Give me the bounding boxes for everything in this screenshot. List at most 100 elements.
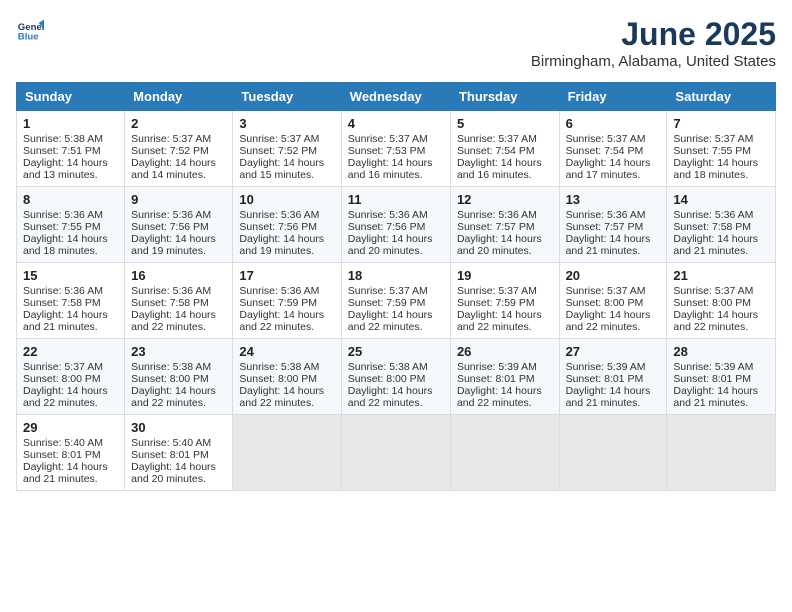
day-number: 18 bbox=[348, 268, 444, 283]
cell-line: Sunset: 8:00 PM bbox=[348, 373, 444, 385]
cell-line: Sunset: 7:58 PM bbox=[23, 297, 118, 309]
calendar-cell: 12 Sunrise: 5:36 AMSunset: 7:57 PMDayligh… bbox=[450, 187, 559, 263]
cell-line: Daylight: 14 hours bbox=[673, 233, 769, 245]
cell-line: Daylight: 14 hours bbox=[23, 233, 118, 245]
cell-line: and 22 minutes. bbox=[566, 321, 661, 333]
calendar-cell: 17Sunrise: 5:36 AMSunset: 7:59 PMDayligh… bbox=[233, 263, 341, 339]
day-number: 8 bbox=[23, 192, 118, 207]
day-number: 26 bbox=[457, 344, 553, 359]
cell-line: Sunrise: 5:37 AM bbox=[566, 285, 661, 297]
cell-line: and 20 minutes. bbox=[131, 473, 226, 485]
cell-line: and 20 minutes. bbox=[457, 245, 553, 257]
cell-line: Sunrise: 5:37 AM bbox=[131, 133, 226, 145]
cell-line: Daylight: 14 hours bbox=[23, 385, 118, 397]
cell-line: Sunrise: 5:38 AM bbox=[348, 361, 444, 373]
day-header-saturday: Saturday bbox=[667, 83, 776, 111]
day-number: 22 bbox=[23, 344, 118, 359]
calendar-cell: 8 Sunrise: 5:36 AMSunset: 7:55 PMDaylight… bbox=[17, 187, 125, 263]
calendar-cell bbox=[341, 415, 450, 491]
cell-line: and 15 minutes. bbox=[239, 169, 334, 181]
month-title: June 2025 bbox=[531, 16, 776, 53]
day-number: 3 bbox=[239, 116, 334, 131]
cell-line: Sunset: 7:59 PM bbox=[348, 297, 444, 309]
cell-line: Sunrise: 5:36 AM bbox=[131, 285, 226, 297]
cell-line: Sunset: 8:01 PM bbox=[131, 449, 226, 461]
cell-line: Sunset: 8:00 PM bbox=[566, 297, 661, 309]
day-header-thursday: Thursday bbox=[450, 83, 559, 111]
cell-line: Daylight: 14 hours bbox=[348, 309, 444, 321]
cell-line: Sunrise: 5:40 AM bbox=[131, 437, 226, 449]
calendar-cell: 6Sunrise: 5:37 AMSunset: 7:54 PMDaylight… bbox=[559, 111, 667, 187]
cell-line: Sunrise: 5:36 AM bbox=[457, 209, 553, 221]
calendar-cell: 2Sunrise: 5:37 AMSunset: 7:52 PMDaylight… bbox=[125, 111, 233, 187]
calendar-cell: 16Sunrise: 5:36 AMSunset: 7:58 PMDayligh… bbox=[125, 263, 233, 339]
calendar-cell: 11Sunrise: 5:36 AMSunset: 7:56 PMDayligh… bbox=[341, 187, 450, 263]
cell-line: Sunrise: 5:38 AM bbox=[23, 133, 118, 145]
cell-line: Sunset: 7:59 PM bbox=[457, 297, 553, 309]
calendar-cell: 13Sunrise: 5:36 AMSunset: 7:57 PMDayligh… bbox=[559, 187, 667, 263]
cell-line: and 22 minutes. bbox=[23, 397, 118, 409]
calendar-cell: 25Sunrise: 5:38 AMSunset: 8:00 PMDayligh… bbox=[341, 339, 450, 415]
cell-line: Sunrise: 5:39 AM bbox=[457, 361, 553, 373]
cell-line: and 22 minutes. bbox=[457, 321, 553, 333]
cell-line: Daylight: 14 hours bbox=[131, 385, 226, 397]
cell-line: Sunset: 7:57 PM bbox=[566, 221, 661, 233]
calendar-cell: 20Sunrise: 5:37 AMSunset: 8:00 PMDayligh… bbox=[559, 263, 667, 339]
cell-line: and 22 minutes. bbox=[131, 321, 226, 333]
cell-line: Daylight: 14 hours bbox=[131, 233, 226, 245]
cell-line: Sunrise: 5:37 AM bbox=[348, 133, 444, 145]
cell-line: and 22 minutes. bbox=[348, 397, 444, 409]
calendar-week-row: 15Sunrise: 5:36 AMSunset: 7:58 PMDayligh… bbox=[17, 263, 776, 339]
cell-line: and 22 minutes. bbox=[239, 321, 334, 333]
cell-line: Daylight: 14 hours bbox=[673, 157, 769, 169]
title-block: June 2025 Birmingham, Alabama, United St… bbox=[531, 16, 776, 70]
day-header-friday: Friday bbox=[559, 83, 667, 111]
cell-line: and 21 minutes. bbox=[566, 397, 661, 409]
cell-line: Sunrise: 5:37 AM bbox=[673, 285, 769, 297]
day-number: 30 bbox=[131, 420, 226, 435]
calendar-cell: 18Sunrise: 5:37 AMSunset: 7:59 PMDayligh… bbox=[341, 263, 450, 339]
calendar-cell: 24Sunrise: 5:38 AMSunset: 8:00 PMDayligh… bbox=[233, 339, 341, 415]
day-number: 12 bbox=[457, 192, 553, 207]
cell-line: Sunset: 8:00 PM bbox=[131, 373, 226, 385]
logo: General Blue bbox=[16, 16, 44, 44]
logo-icon: General Blue bbox=[16, 16, 44, 44]
cell-line: Sunrise: 5:37 AM bbox=[566, 133, 661, 145]
cell-line: Sunset: 7:56 PM bbox=[348, 221, 444, 233]
cell-line: and 16 minutes. bbox=[348, 169, 444, 181]
day-header-sunday: Sunday bbox=[17, 83, 125, 111]
cell-line: Sunset: 7:57 PM bbox=[457, 221, 553, 233]
cell-line: Daylight: 14 hours bbox=[566, 385, 661, 397]
cell-line: Sunset: 7:54 PM bbox=[457, 145, 553, 157]
cell-line: Sunset: 8:00 PM bbox=[23, 373, 118, 385]
cell-line: Daylight: 14 hours bbox=[457, 233, 553, 245]
cell-line: Sunrise: 5:36 AM bbox=[239, 209, 334, 221]
day-number: 29 bbox=[23, 420, 118, 435]
day-number: 24 bbox=[239, 344, 334, 359]
day-header-tuesday: Tuesday bbox=[233, 83, 341, 111]
cell-line: Daylight: 14 hours bbox=[23, 309, 118, 321]
location-title: Birmingham, Alabama, United States bbox=[531, 53, 776, 70]
calendar-cell: 9Sunrise: 5:36 AMSunset: 7:56 PMDaylight… bbox=[125, 187, 233, 263]
cell-line: Sunrise: 5:38 AM bbox=[239, 361, 334, 373]
calendar-cell: 27Sunrise: 5:39 AMSunset: 8:01 PMDayligh… bbox=[559, 339, 667, 415]
cell-line: Sunset: 7:55 PM bbox=[23, 221, 118, 233]
cell-line: and 18 minutes. bbox=[673, 169, 769, 181]
day-header-wednesday: Wednesday bbox=[341, 83, 450, 111]
cell-line: Sunrise: 5:36 AM bbox=[23, 209, 118, 221]
cell-line: Sunrise: 5:39 AM bbox=[566, 361, 661, 373]
day-number: 17 bbox=[239, 268, 334, 283]
cell-line: Daylight: 14 hours bbox=[23, 461, 118, 473]
cell-line: Sunset: 8:00 PM bbox=[673, 297, 769, 309]
cell-line: Daylight: 14 hours bbox=[566, 157, 661, 169]
calendar-cell: 19Sunrise: 5:37 AMSunset: 7:59 PMDayligh… bbox=[450, 263, 559, 339]
calendar-cell: 22Sunrise: 5:37 AMSunset: 8:00 PMDayligh… bbox=[17, 339, 125, 415]
calendar-week-row: 22Sunrise: 5:37 AMSunset: 8:00 PMDayligh… bbox=[17, 339, 776, 415]
cell-line: and 21 minutes. bbox=[673, 397, 769, 409]
calendar-cell: 14Sunrise: 5:36 AMSunset: 7:58 PMDayligh… bbox=[667, 187, 776, 263]
calendar-cell: 15Sunrise: 5:36 AMSunset: 7:58 PMDayligh… bbox=[17, 263, 125, 339]
cell-line: Daylight: 14 hours bbox=[566, 233, 661, 245]
cell-line: Daylight: 14 hours bbox=[131, 461, 226, 473]
day-number: 2 bbox=[131, 116, 226, 131]
svg-text:Blue: Blue bbox=[18, 32, 39, 43]
